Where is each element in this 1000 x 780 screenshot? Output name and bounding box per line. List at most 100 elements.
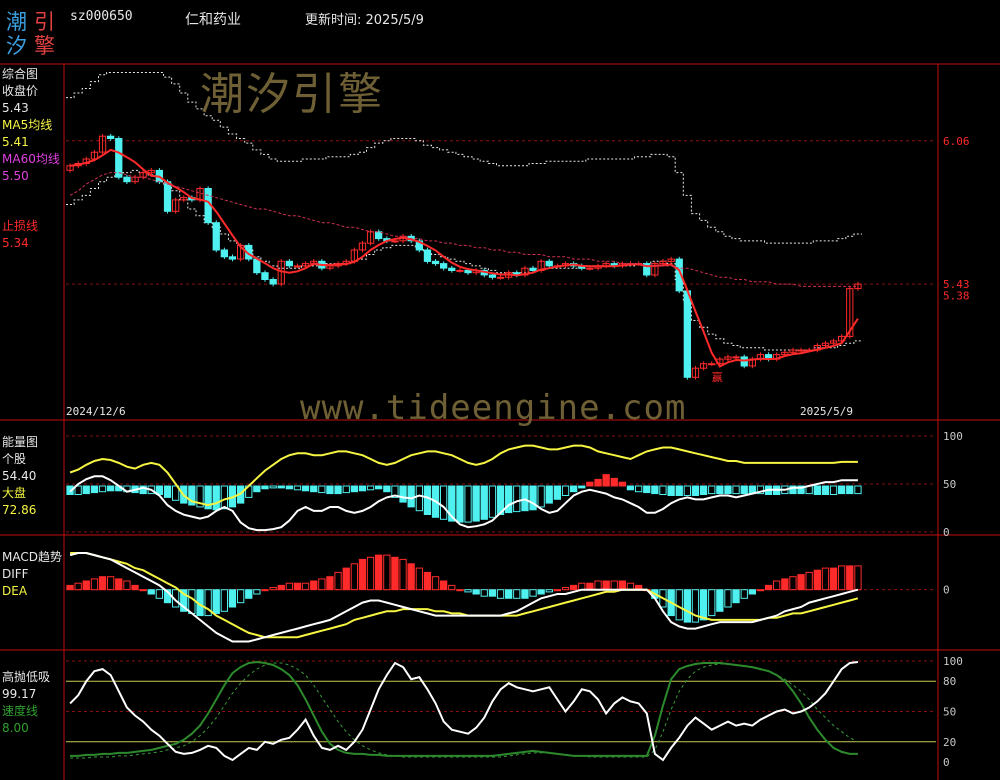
macd-bar (98, 576, 107, 591)
energy-bar (708, 485, 716, 495)
tick-6-06: 6.06 (943, 135, 970, 148)
candle-body (293, 265, 302, 268)
macd-bar (301, 582, 310, 591)
macd-bar (147, 589, 155, 595)
macd-bar (293, 582, 302, 591)
energy-bar (269, 485, 277, 489)
energy-bar (578, 485, 586, 489)
macd-bar (480, 589, 488, 597)
macd-bar (821, 567, 830, 591)
macd-bar (513, 589, 521, 599)
tick-macd-zero: 0 (943, 584, 950, 597)
energy-bar (570, 485, 578, 493)
energy-bar (334, 485, 342, 495)
speed-value: 8.00 (2, 721, 29, 735)
macd-bar (805, 571, 813, 591)
macd-bar (415, 567, 424, 591)
energy-bar (90, 485, 99, 494)
macd-bar (139, 589, 147, 592)
watermark-url: www.tideengine.com (300, 388, 687, 428)
energy-bar (635, 485, 643, 493)
tick-100: 100 (943, 430, 963, 443)
candle-body (253, 258, 261, 274)
macd-bar (90, 578, 99, 591)
candle-body (107, 135, 115, 139)
energy-bar (521, 485, 529, 512)
panel4-main-value: 99.17 (2, 687, 37, 701)
date-end: 2025/5/9 (800, 405, 853, 418)
macd-bar (838, 565, 846, 591)
macd-bar (155, 589, 163, 599)
macd-bar (220, 589, 228, 612)
panel-macd: 0 (66, 552, 950, 643)
energy-bar (683, 485, 692, 496)
macd-bar (375, 554, 383, 591)
macd-bar (618, 580, 627, 591)
energy-bar (829, 485, 838, 495)
energy-bar (626, 485, 635, 491)
macd-bar (456, 589, 464, 592)
macd-bar (789, 576, 797, 591)
energy-bar (301, 485, 310, 492)
date-start: 2024/12/6 (66, 405, 126, 418)
energy-bar (261, 485, 269, 490)
macd-bar (813, 569, 822, 591)
macd-bar (366, 556, 375, 591)
macd-bar (561, 587, 570, 591)
macd-bar (269, 587, 277, 591)
energy-bar (310, 485, 318, 493)
energy-bar (513, 485, 521, 513)
macd-bar (570, 584, 578, 591)
macd-bar (237, 589, 245, 604)
tick-50: 50 (943, 478, 956, 491)
macd-bar (212, 589, 220, 615)
energy-bar (407, 485, 415, 508)
market-energy-value: 72.86 (2, 503, 37, 517)
candle-body (423, 249, 432, 262)
macd-bar (407, 563, 415, 591)
ma60-value: 5.50 (2, 169, 29, 183)
macd-bar (245, 589, 253, 599)
candle-body (440, 263, 448, 269)
candle-body (285, 260, 294, 267)
macd-bar (350, 563, 359, 591)
logo: 潮 引 汐 擎 (6, 6, 60, 58)
signal-marker: 赢 (712, 370, 723, 384)
energy-bar (553, 485, 562, 500)
panel-high-low: 100 80 50 20 0 (66, 655, 963, 769)
macd-bar (115, 578, 123, 591)
energy-bar (326, 485, 334, 495)
candle-body (464, 269, 472, 274)
energy-bar (724, 485, 732, 495)
macd-bar (448, 584, 456, 591)
candle-body (269, 279, 277, 285)
energy-bar (480, 485, 488, 520)
diff-label: DIFF (2, 567, 29, 581)
macd-bar (228, 589, 237, 608)
macd-bar (285, 582, 294, 591)
tick-hl-0: 0 (943, 756, 950, 769)
macd-bar (724, 589, 732, 608)
macd-bar (764, 584, 773, 591)
energy-bar (846, 485, 854, 495)
energy-bar (602, 474, 610, 487)
energy-bar (594, 478, 602, 487)
macd-bar (440, 580, 448, 591)
stock-code: sz000650 (70, 9, 133, 24)
candle-body (545, 260, 553, 267)
stock-energy-value: 54.40 (2, 469, 37, 483)
candle-body (212, 222, 220, 251)
macd-bar (708, 589, 716, 617)
panel4-title: 高抛低吸 (2, 670, 51, 684)
logo-char-4: 擎 (34, 34, 55, 58)
macd-bar (683, 589, 692, 623)
macd-bar (610, 580, 618, 591)
tick-0: 0 (943, 526, 950, 539)
energy-bar (98, 485, 107, 493)
energy-bar (456, 485, 464, 523)
energy-bar (472, 485, 480, 522)
candle-body (115, 138, 123, 178)
macd-bar (691, 589, 700, 623)
macd-bar (188, 589, 196, 615)
ma5-value: 5.41 (2, 135, 29, 149)
